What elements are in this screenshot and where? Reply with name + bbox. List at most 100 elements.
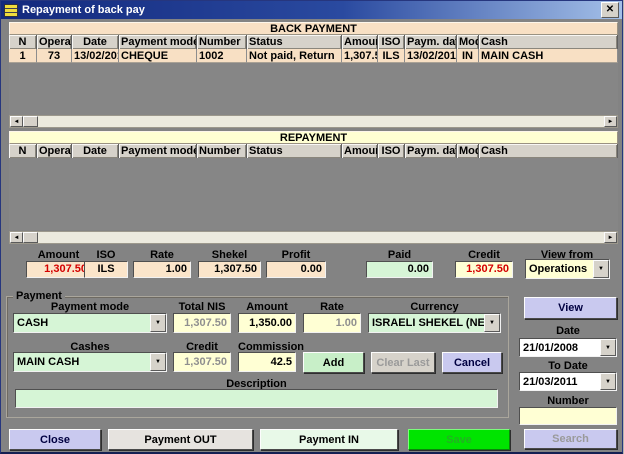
column-header[interactable]: Status <box>247 35 342 49</box>
column-header[interactable]: Amount <box>342 35 378 49</box>
currency-select[interactable]: ISRAELI SHEKEL (NEW) ▼ <box>368 313 501 333</box>
scrollbar-track[interactable] <box>38 232 604 243</box>
scroll-left-icon[interactable]: ◄ <box>10 232 23 243</box>
table-cell: Not paid, Return <box>247 49 342 63</box>
close-icon[interactable]: ✕ <box>601 2 619 18</box>
payment-amount-label: Amount <box>238 301 296 313</box>
back-payment-hscrollbar: ◄ ► <box>9 115 618 128</box>
summary-credit-label: Credit <box>455 249 513 261</box>
chevron-down-icon[interactable]: ▼ <box>484 314 500 332</box>
to-date-select[interactable]: 21/03/2011 ▼ <box>519 372 617 391</box>
payment-out-button[interactable]: Payment OUT <box>108 429 253 450</box>
currency-label: Currency <box>368 301 501 313</box>
add-button[interactable]: Add <box>303 352 364 373</box>
window-title: Repayment of back pay <box>22 4 601 16</box>
column-header[interactable]: Operation <box>37 144 72 158</box>
summary-profit-field[interactable]: 0.00 <box>266 261 326 278</box>
chevron-down-icon[interactable]: ▼ <box>600 373 616 390</box>
title-bar: Repayment of back pay ✕ <box>1 1 622 19</box>
summary-paid-field[interactable]: 0.00 <box>366 261 433 278</box>
table-cell: 1002 <box>197 49 247 63</box>
summary-shekel-field[interactable]: 1,307.50 <box>198 261 261 278</box>
scrollbar-track[interactable] <box>38 116 604 127</box>
table-row[interactable]: 17313/02/2011CHEQUE1002Not paid, Return1… <box>9 49 618 63</box>
chevron-down-icon[interactable]: ▼ <box>150 314 166 332</box>
summary-iso-field[interactable]: ILS <box>84 261 128 278</box>
repayment-title: REPAYMENT <box>280 132 347 144</box>
column-header[interactable]: Mode <box>457 35 479 49</box>
column-header[interactable]: Amount <box>342 144 378 158</box>
summary-paid-label: Paid <box>366 249 433 261</box>
table-cell: 73 <box>37 49 72 63</box>
scrollbar-thumb[interactable] <box>23 116 38 127</box>
payment-mode-value: CASH <box>14 314 150 332</box>
view-from-select[interactable]: Operations ▼ <box>525 259 610 279</box>
number-input[interactable] <box>519 407 617 425</box>
table-cell: CHEQUE <box>119 49 197 63</box>
column-header[interactable]: N <box>9 144 37 158</box>
table-cell: ILS <box>378 49 405 63</box>
to-date-label: To Date <box>519 360 617 372</box>
payment-rate-field: 1.00 <box>303 313 361 333</box>
column-header[interactable]: Number <box>197 35 247 49</box>
payment-amount-field[interactable]: 1,350.00 <box>238 313 296 333</box>
column-header[interactable]: Payment mode <box>119 35 197 49</box>
cancel-button[interactable]: Cancel <box>442 352 502 373</box>
date-label: Date <box>519 325 617 337</box>
app-icon <box>4 4 18 17</box>
table-cell: MAIN CASH <box>479 49 618 63</box>
column-header[interactable]: N <box>9 35 37 49</box>
summary-amount-field[interactable]: 1,307.50 <box>26 261 91 278</box>
search-button[interactable]: Search <box>524 429 617 449</box>
chevron-down-icon[interactable]: ▼ <box>150 353 166 371</box>
date-value: 21/01/2008 <box>520 339 600 356</box>
cashes-select[interactable]: MAIN CASH ▼ <box>13 352 167 372</box>
scroll-right-icon[interactable]: ► <box>604 232 617 243</box>
total-nis-field: 1,307.50 <box>173 313 231 333</box>
description-input[interactable] <box>15 389 498 408</box>
summary-shekel-label: Shekel <box>198 249 261 261</box>
currency-value: ISRAELI SHEKEL (NEW) <box>369 314 484 332</box>
scroll-left-icon[interactable]: ◄ <box>10 116 23 127</box>
column-header[interactable]: Cash <box>479 144 618 158</box>
column-header[interactable]: Cash <box>479 35 618 49</box>
summary-rate-field[interactable]: 1.00 <box>133 261 191 278</box>
repayment-hscrollbar: ◄ ► <box>9 231 618 244</box>
chevron-down-icon[interactable]: ▼ <box>600 339 616 356</box>
close-button[interactable]: Close <box>9 429 101 450</box>
date-select[interactable]: 21/01/2008 ▼ <box>519 338 617 357</box>
number-label: Number <box>519 395 617 407</box>
column-header[interactable]: Date <box>72 35 119 49</box>
payment-rate-label: Rate <box>303 301 361 313</box>
save-button[interactable]: Save <box>408 429 510 450</box>
column-header[interactable]: Status <box>247 144 342 158</box>
table-cell: IN <box>457 49 479 63</box>
clear-last-button[interactable]: Clear Last <box>371 352 435 373</box>
view-from-value: Operations <box>526 260 593 278</box>
summary-credit-field[interactable]: 1,307.50 <box>455 261 513 278</box>
column-header[interactable]: Operation <box>37 35 72 49</box>
to-date-value: 21/03/2011 <box>520 373 600 390</box>
scroll-right-icon[interactable]: ► <box>604 116 617 127</box>
total-nis-label: Total NIS <box>173 301 231 313</box>
scrollbar-thumb[interactable] <box>23 232 38 243</box>
column-header[interactable]: ISO <box>378 35 405 49</box>
column-header[interactable]: Number <box>197 144 247 158</box>
chevron-down-icon[interactable]: ▼ <box>593 260 609 278</box>
summary-rate-label: Rate <box>133 249 191 261</box>
back-payment-title: BACK PAYMENT <box>270 23 357 35</box>
column-header[interactable]: Payment mode <box>119 144 197 158</box>
back-payment-band: BACK PAYMENT <box>9 22 618 35</box>
column-header[interactable]: Paym. date <box>405 144 457 158</box>
cashes-value: MAIN CASH <box>14 353 150 371</box>
table-cell: 1,307.50 <box>342 49 378 63</box>
column-header[interactable]: Paym. date <box>405 35 457 49</box>
view-button[interactable]: View <box>524 297 617 319</box>
column-header[interactable]: Mode <box>457 144 479 158</box>
column-header[interactable]: Date <box>72 144 119 158</box>
column-header[interactable]: ISO <box>378 144 405 158</box>
payment-in-button[interactable]: Payment IN <box>260 429 398 450</box>
payment-mode-select[interactable]: CASH ▼ <box>13 313 167 333</box>
repayment-table: NOperationDatePayment modeNumberStatusAm… <box>9 144 618 230</box>
commission-field[interactable]: 42.5 <box>238 352 296 372</box>
